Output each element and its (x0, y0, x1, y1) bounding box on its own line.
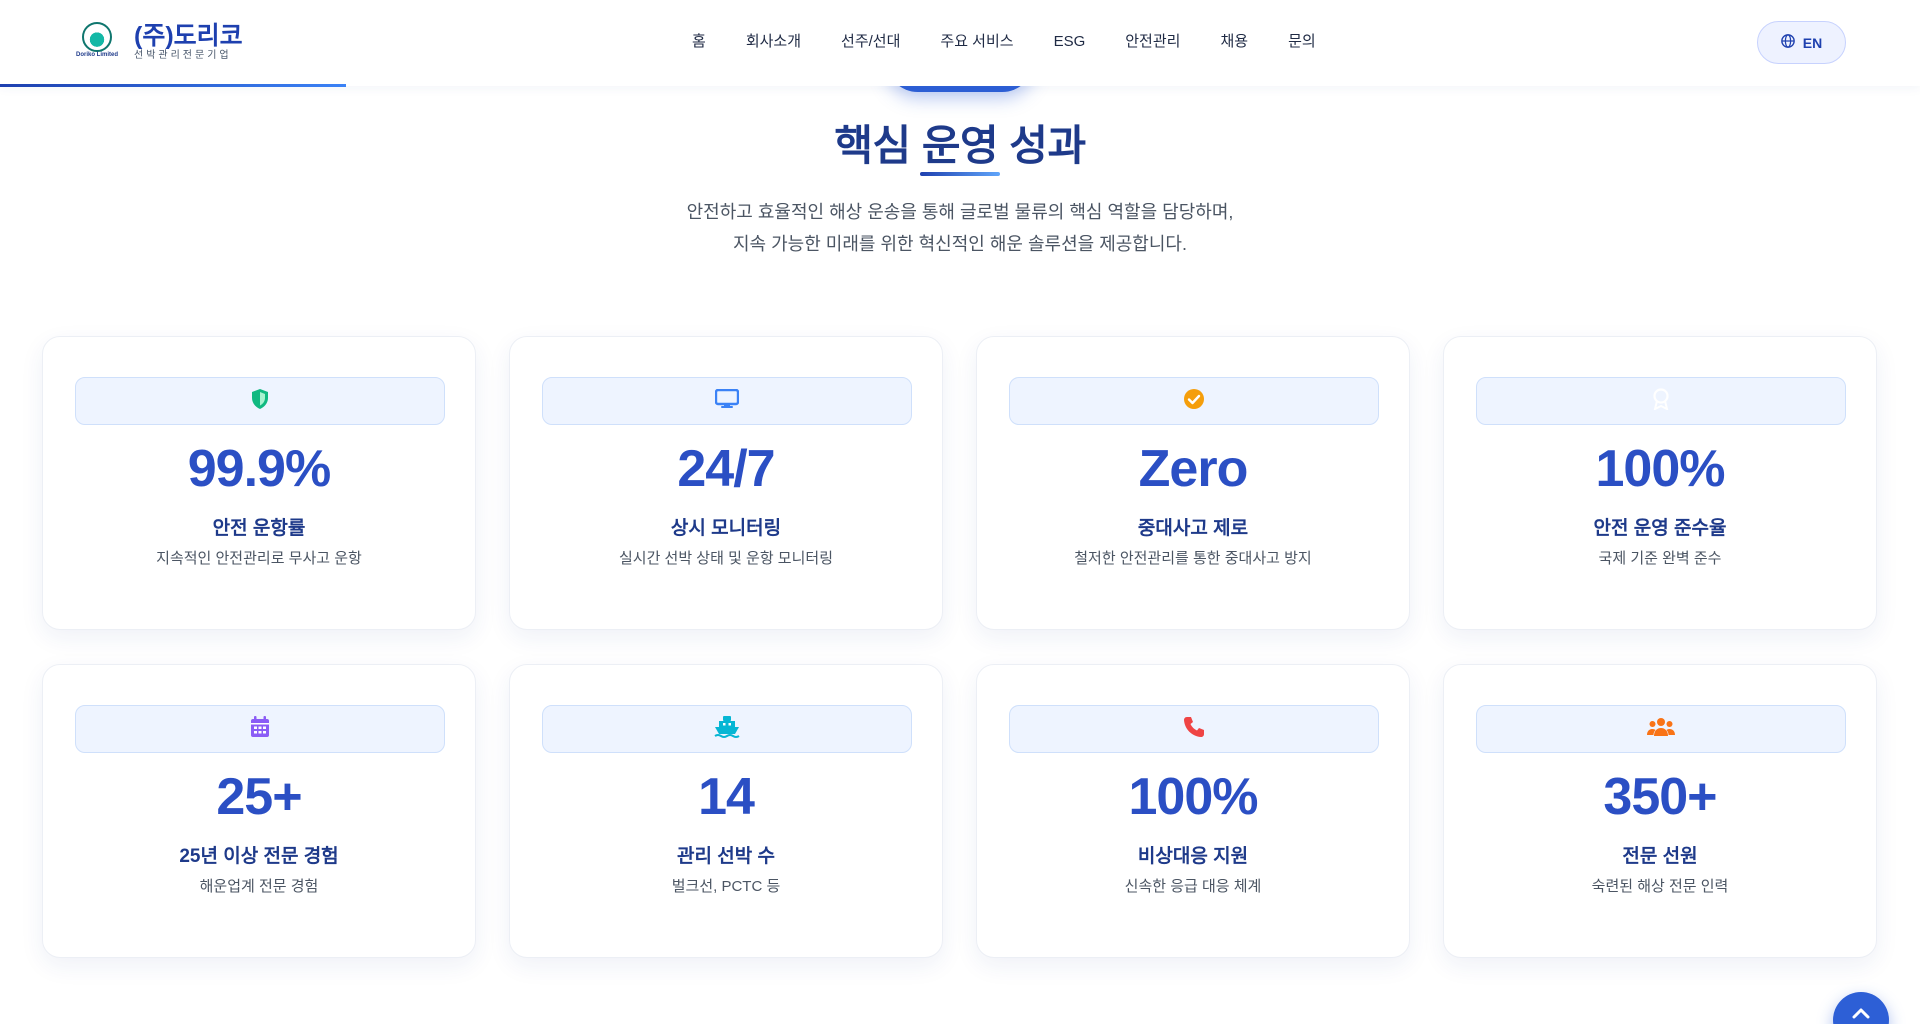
language-toggle-button[interactable]: EN (1757, 21, 1846, 64)
check-circle-icon (1183, 388, 1205, 415)
nav-item-careers[interactable]: 채용 (1200, 30, 1268, 54)
stat-card-emergency: 100% 비상대응 지원 신속한 응급 대응 체계 (976, 664, 1410, 958)
logo-mark-text: Doriko Limited (75, 52, 118, 58)
stat-card-experience: 25+ 25년 이상 전문 경험 해운업계 전문 경험 (42, 664, 476, 958)
globe-icon (1780, 34, 1795, 51)
stat-description: 숙련된 해상 전문 인력 (1591, 878, 1729, 895)
stat-description: 지속적인 안전관리로 무사고 운항 (156, 550, 362, 567)
stat-value: 100% (1128, 768, 1259, 826)
description-line-2: 지속 가능한 미래를 위한 혁신적인 해운 솔루션을 제공합니다. (732, 234, 1187, 254)
stat-icon-box (542, 705, 912, 753)
company-name: (주)도리코 (134, 22, 243, 50)
users-icon (1647, 717, 1675, 742)
stat-icon-box (75, 705, 445, 753)
stat-description: 국제 기준 완벽 준수 (1598, 550, 1722, 567)
stat-card-zero-accidents: Zero 중대사고 제로 철저한 안전관리를 통한 중대사고 방지 (976, 336, 1410, 630)
stat-value: 25+ (216, 768, 302, 826)
main-nav: 홈 회사소개 선주/선대 주요 서비스 ESG 안전관리 채용 문의 (672, 30, 1336, 54)
stat-icon-box (1476, 377, 1846, 425)
logo-mark-icon: Doriko Limited (72, 22, 122, 62)
scroll-progress-bar (0, 84, 346, 87)
stat-icon-box (542, 377, 912, 425)
stat-card-crew: 350+ 전문 선원 숙련된 해상 전문 인력 (1443, 664, 1877, 958)
stat-card-compliance: 100% 안전 운영 준수율 국제 기준 완벽 준수 (1443, 336, 1877, 630)
monitor-icon (714, 388, 740, 414)
stat-card-vessels: 14 관리 선박 수 벌크선, PCTC 등 (509, 664, 943, 958)
stat-description: 벌크선, PCTC 등 (671, 878, 781, 895)
stat-description: 신속한 응급 대응 체계 (1124, 878, 1262, 895)
stat-label: 중대사고 제로 (1137, 518, 1249, 539)
stat-value: 14 (698, 768, 755, 826)
award-icon (1652, 387, 1670, 415)
nav-item-fleet[interactable]: 선주/선대 (821, 30, 920, 54)
nav-item-about[interactable]: 회사소개 (726, 30, 821, 54)
nav-item-home[interactable]: 홈 (672, 30, 726, 54)
stat-description: 실시간 선박 상태 및 운항 모니터링 (618, 550, 834, 567)
stat-label: 안전 운영 준수율 (1593, 518, 1727, 539)
stat-icon-box (1009, 705, 1379, 753)
company-logo[interactable]: Doriko Limited (주)도리코 선박관리전문기업 (72, 22, 243, 62)
site-header: Doriko Limited (주)도리코 선박관리전문기업 홈 회사소개 선주… (0, 0, 1920, 87)
stat-label: 비상대응 지원 (1137, 846, 1249, 867)
stat-value: Zero (1138, 440, 1249, 498)
stat-value: 24/7 (677, 440, 775, 498)
section-title: 핵심 운영 성과 (834, 122, 1086, 169)
shield-icon (250, 388, 270, 415)
nav-item-contact[interactable]: 문의 (1268, 30, 1336, 54)
stat-label: 관리 선박 수 (677, 846, 775, 867)
company-tagline: 선박관리전문기업 (134, 50, 232, 61)
stat-icon-box (75, 377, 445, 425)
stat-value: 99.9% (187, 440, 331, 498)
nav-item-services[interactable]: 주요 서비스 (920, 30, 1033, 54)
chevron-up-icon (1851, 1006, 1871, 1024)
stat-value: 100% (1595, 440, 1726, 498)
stat-label: 안전 운항률 (212, 518, 306, 539)
ship-icon (714, 715, 740, 744)
stat-description: 철저한 안전관리를 통한 중대사고 방지 (1074, 550, 1312, 567)
title-underline (920, 172, 1000, 176)
stat-label: 25년 이상 전문 경험 (179, 846, 339, 867)
nav-item-esg[interactable]: ESG (1034, 30, 1106, 54)
stat-value: 350+ (1603, 768, 1717, 826)
stat-label: 전문 선원 (1622, 846, 1698, 867)
stat-label: 상시 모니터링 (670, 518, 782, 539)
stat-description: 해운업계 전문 경험 (199, 878, 319, 895)
scroll-to-top-button[interactable] (1833, 992, 1889, 1024)
calendar-icon (250, 715, 270, 743)
stat-icon-box (1009, 377, 1379, 425)
stat-card-monitoring: 24/7 상시 모니터링 실시간 선박 상태 및 운항 모니터링 (509, 336, 943, 630)
description-line-1: 안전하고 효율적인 해상 운송을 통해 글로벌 물류의 핵심 역할을 담당하며, (686, 202, 1234, 222)
nav-item-safety[interactable]: 안전관리 (1105, 30, 1200, 54)
stat-icon-box (1476, 705, 1846, 753)
phone-icon (1183, 716, 1205, 743)
section-description: 안전하고 효율적인 해상 운송을 통해 글로벌 물류의 핵심 역할을 담당하며,… (0, 196, 1920, 260)
stat-card-safety-rate: 99.9% 안전 운항률 지속적인 안전관리로 무사고 운항 (42, 336, 476, 630)
language-label: EN (1802, 34, 1823, 51)
